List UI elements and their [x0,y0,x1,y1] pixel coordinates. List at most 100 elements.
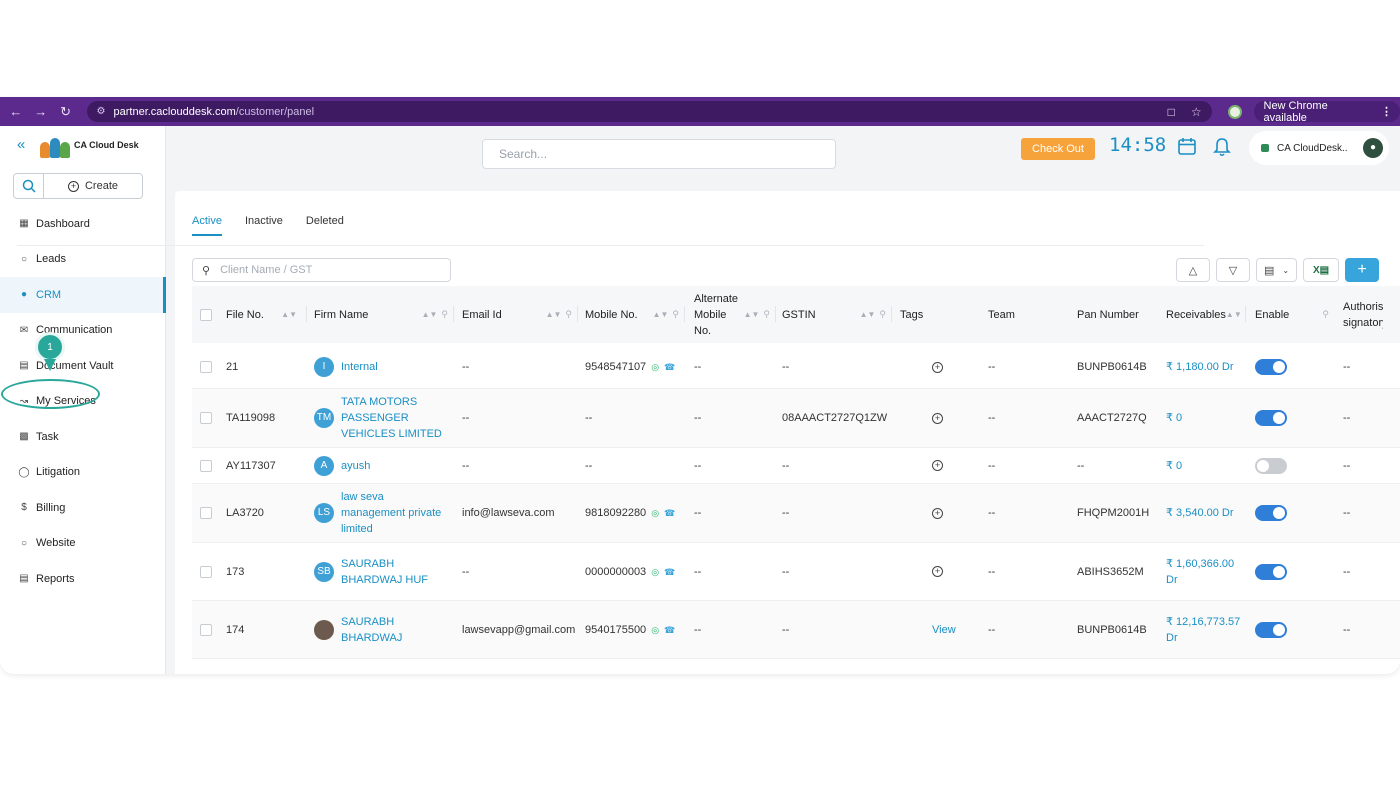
col-firm-name[interactable]: Firm Name ▲▼ ⚲ [314,286,454,343]
tab-inactive[interactable]: Inactive [245,215,283,236]
whatsapp-icon[interactable]: ◎ [651,567,659,577]
firm-name[interactable]: SAURABH BHARDWAJ [314,614,449,646]
sidebar-item-leads[interactable]: ○ Leads [0,242,166,278]
col-mobile-no[interactable]: Mobile No. ▲▼ ⚲ [585,286,685,343]
address-bar[interactable]: ⚙ partner.caclouddesk.com/customer/panel… [86,101,1212,122]
checkbox[interactable] [200,412,212,424]
sidebar-item-litigation[interactable]: ◯ Litigation [0,455,166,491]
whatsapp-icon[interactable]: ◎ [651,508,659,518]
sort-icon[interactable]: ▲▼ [744,310,760,319]
site-settings-icon[interactable]: ⚙ [97,106,106,117]
sidebar-item-reports[interactable]: ▤ Reports [0,561,166,597]
enable-toggle[interactable] [1255,563,1287,580]
global-search-input[interactable]: Search... [482,139,836,169]
phone-icon[interactable]: ☎ [664,508,675,518]
checkbox[interactable] [200,565,212,578]
kebab-menu-icon[interactable]: ⋮ [1381,105,1392,118]
sort-icon[interactable]: ▲▼ [281,310,297,319]
enable-toggle[interactable] [1255,621,1287,638]
sidebar-item-dashboard[interactable]: ▦ Dashboard [0,206,166,242]
receivables-value[interactable]: ₹ 0 [1166,410,1182,426]
col-email-id[interactable]: Email Id ▲▼ ⚲ [462,286,578,343]
sidebar-item-website[interactable]: ○ Website [0,526,166,562]
firm-name-link[interactable]: SAURABH BHARDWAJ HUF [341,556,449,588]
firm-name[interactable]: I Internal [314,357,378,377]
sidebar-item-task[interactable]: ▩ Task [0,419,166,455]
phone-icon[interactable]: ☎ [664,567,675,577]
checkbox[interactable] [200,459,212,472]
collapse-sidebar-icon[interactable]: « [17,136,25,153]
excel-export-button[interactable]: X▤ [1303,258,1339,282]
tab-deleted[interactable]: Deleted [306,215,344,236]
sidebar-item-document-vault[interactable]: ▤ Document Vault [0,348,166,384]
check-out-button[interactable]: Check Out [1021,138,1095,160]
firm-name[interactable]: TM TATA MOTORS PASSENGER VEHICLES LIMITED [314,394,449,442]
firm-name[interactable]: Aayush [314,455,370,476]
sort-icon[interactable]: ▲▼ [1226,310,1242,319]
sort-icon[interactable]: ▲▼ [653,310,669,319]
col-alternate-mobile[interactable]: Alternate Mobile No. ▲▼ ⚲ [694,286,776,343]
firm-name-link[interactable]: Internal [341,359,378,375]
col-file-no[interactable]: File No. ▲▼ [226,286,307,343]
sidebar-search-button[interactable] [14,174,44,198]
avatar[interactable]: ● [1363,138,1383,158]
whatsapp-icon[interactable]: ◎ [651,362,659,372]
add-tag-icon[interactable]: + [932,566,943,577]
select-all-checkbox[interactable] [200,286,220,343]
view-tags-link[interactable]: View [932,624,956,636]
logo[interactable]: CA Cloud Desk [40,132,139,158]
reload-icon[interactable]: ↻ [57,104,75,120]
notification-filter-button[interactable]: △ [1176,258,1210,282]
profile-icon[interactable] [1227,104,1242,119]
sort-icon[interactable]: ▲▼ [546,310,562,319]
column-search-icon[interactable]: ⚲ [441,309,448,320]
whatsapp-icon[interactable]: ◎ [651,625,659,635]
firm-name[interactable]: LS law seva management private limited [314,489,449,537]
firm-name-link[interactable]: law seva management private limited [341,489,449,537]
filter-button[interactable]: ▽ [1216,258,1250,282]
checkbox[interactable] [200,507,212,519]
enable-toggle[interactable] [1255,410,1287,426]
back-icon[interactable]: ← [7,104,25,119]
column-settings-button[interactable]: ▤ ⌄ [1256,258,1297,282]
column-search-icon[interactable]: ⚲ [879,309,886,320]
tab-active[interactable]: Active [192,215,222,236]
enable-toggle[interactable] [1255,505,1287,521]
receivables-value[interactable]: ₹ 1,60,366.00 Dr [1166,556,1244,588]
firm-name-link[interactable]: ayush [341,458,370,474]
bell-icon[interactable] [1212,136,1232,158]
col-gstin[interactable]: GSTIN ▲▼ ⚲ [782,286,892,343]
enable-toggle[interactable] [1255,457,1287,474]
install-app-icon[interactable]: □ [1168,105,1175,119]
calendar-icon[interactable] [1177,136,1197,156]
add-tag-icon[interactable]: + [932,460,943,471]
receivables-value[interactable]: ₹ 0 [1166,458,1182,474]
checkbox[interactable] [200,308,212,321]
client-search-input[interactable]: ⚲ Client Name / GST [192,258,451,282]
firm-name-link[interactable]: TATA MOTORS PASSENGER VEHICLES LIMITED [341,394,449,442]
account-switcher[interactable]: CA CloudDesk.. ● [1249,131,1389,165]
sidebar-item-crm[interactable]: ● CRM [0,277,166,313]
column-search-icon[interactable]: ⚲ [565,309,572,320]
add-tag-icon[interactable]: + [932,412,943,424]
sort-icon[interactable]: ▲▼ [422,310,438,319]
column-search-icon[interactable]: ⚲ [763,309,770,320]
new-chrome-button[interactable]: New Chrome available ⋮ [1253,100,1400,124]
add-tag-icon[interactable]: + [932,507,943,519]
add-tag-icon[interactable]: + [932,361,943,373]
col-receivables[interactable]: Receivables ▲▼ [1166,286,1246,343]
add-client-button[interactable]: + [1345,258,1379,282]
firm-name[interactable]: SB SAURABH BHARDWAJ HUF [314,556,449,588]
phone-icon[interactable]: ☎ [664,362,675,372]
receivables-value[interactable]: ₹ 1,180.00 Dr [1166,359,1234,375]
receivables-value[interactable]: ₹ 3,540.00 Dr [1166,505,1234,521]
receivables-value[interactable]: ₹ 12,16,773.57 Dr [1166,614,1244,646]
sort-icon[interactable]: ▲▼ [860,310,876,319]
bookmark-star-icon[interactable]: ☆ [1191,105,1202,119]
column-search-icon[interactable]: ⚲ [1322,309,1329,320]
phone-icon[interactable]: ☎ [664,625,675,635]
sidebar-item-communication[interactable]: ✉ Communication [0,313,166,349]
checkbox[interactable] [200,623,212,636]
sidebar-item-billing[interactable]: $ Billing [0,490,166,526]
create-button[interactable]: + Create [44,180,142,192]
